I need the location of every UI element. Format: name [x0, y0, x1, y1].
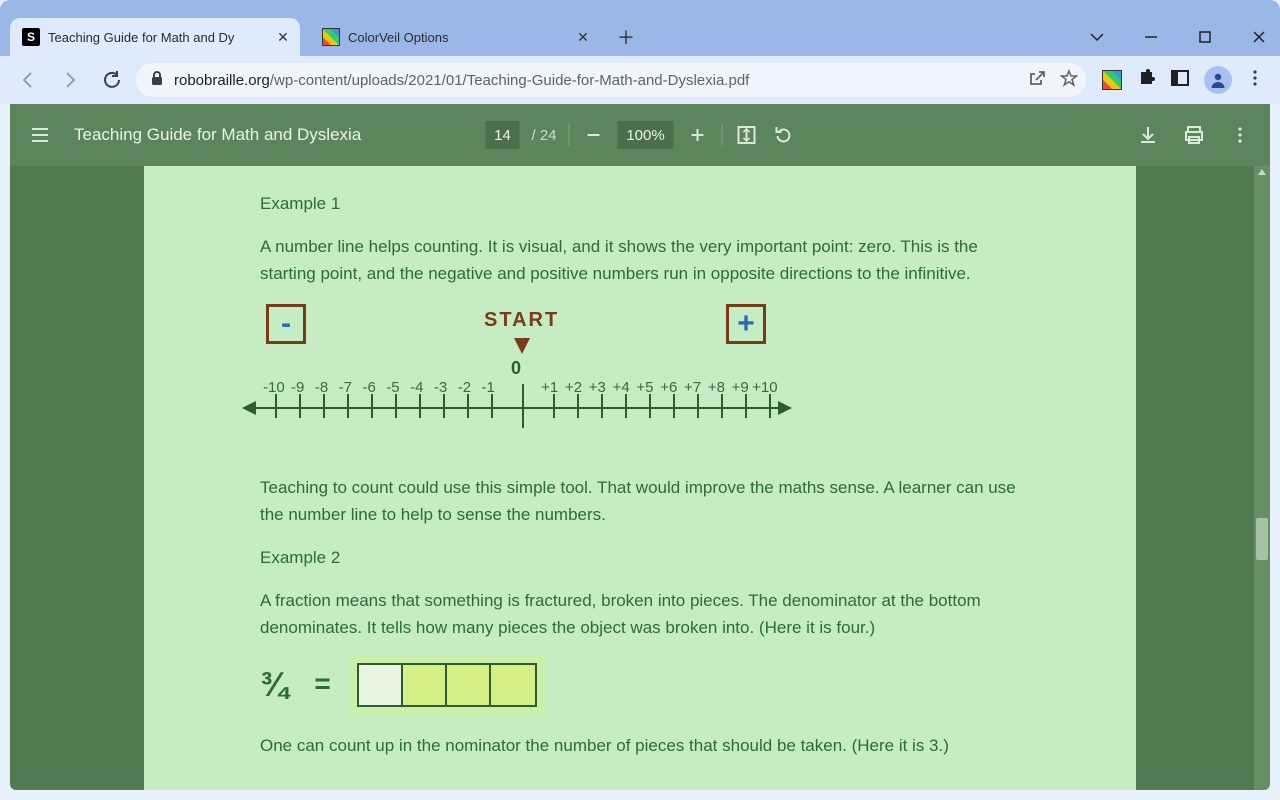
pdf-toolbar-center: / 24 — [485, 121, 794, 149]
url-host: robobraille.org — [174, 72, 270, 89]
tick-label: +7 — [681, 376, 705, 400]
address-bar: robobraille.org/wp-content/uploads/2021/… — [0, 56, 1280, 104]
divider — [722, 124, 723, 146]
tab-title: ColorVeil Options — [348, 30, 574, 45]
equals-sign: = — [314, 662, 330, 707]
tick-label: -5 — [381, 376, 405, 400]
fit-page-icon[interactable] — [735, 123, 759, 147]
example2-para1: A fraction means that something is fract… — [260, 587, 1020, 641]
fraction-cell-filled — [447, 665, 491, 705]
pdf-more-icon[interactable] — [1228, 123, 1252, 147]
new-tab-button[interactable]: ＋ — [610, 21, 642, 53]
tick-label: -4 — [405, 376, 429, 400]
start-text: START — [484, 309, 559, 331]
tick-label: +6 — [657, 376, 681, 400]
tab-close-button[interactable]: ✕ — [274, 28, 292, 46]
window-close-button[interactable] — [1244, 22, 1274, 52]
example2-para2: One can count up in the nominator the nu… — [260, 732, 1020, 759]
nav-forward-button[interactable] — [52, 62, 88, 98]
fraction-cell-filled — [491, 665, 535, 705]
print-icon[interactable] — [1182, 123, 1206, 147]
pdf-menu-icon[interactable] — [28, 123, 52, 147]
favicon-s-icon: S — [22, 28, 40, 46]
colorveil-ext-icon[interactable] — [1102, 70, 1122, 90]
fraction-boxes — [357, 663, 537, 707]
plus-box-icon: + — [726, 304, 766, 344]
tick-label: +9 — [728, 376, 752, 400]
fraction-figure: ¾ = — [260, 658, 1020, 712]
window-controls — [1082, 22, 1274, 52]
tick-label: -8 — [310, 376, 334, 400]
arrow-down-icon — [514, 338, 530, 354]
tick-label: +2 — [562, 376, 586, 400]
tick-label: -6 — [357, 376, 381, 400]
number-line-figure: - + START 0 -10 -9 -8 -7 -6 -5 -4 -3 -2 — [256, 304, 1020, 464]
divider — [569, 124, 570, 146]
omnibox[interactable]: robobraille.org/wp-content/uploads/2021/… — [136, 63, 1086, 97]
url-text: robobraille.org/wp-content/uploads/2021/… — [174, 72, 1018, 89]
example1-heading: Example 1 — [260, 190, 1020, 217]
nav-back-button[interactable] — [10, 62, 46, 98]
sidepanel-icon[interactable] — [1170, 68, 1190, 93]
document-area[interactable]: Example 1 A number line helps counting. … — [10, 166, 1270, 790]
profile-avatar[interactable] — [1204, 66, 1232, 94]
tick-label: -10 — [262, 376, 286, 400]
fraction-cell-filled — [403, 665, 447, 705]
download-icon[interactable] — [1136, 123, 1160, 147]
tabstrip: S Teaching Guide for Math and Dy ✕ Color… — [0, 14, 1280, 56]
tick-label: -1 — [476, 376, 500, 400]
url-path: /wp-content/uploads/2021/01/Teaching-Gui… — [270, 72, 749, 89]
pdf-zoom-input[interactable] — [618, 121, 674, 149]
tick-label: +4 — [609, 376, 633, 400]
extension-icons — [1092, 66, 1270, 94]
browser-tab-active[interactable]: S Teaching Guide for Math and Dy ✕ — [10, 18, 300, 56]
zoom-out-button[interactable] — [582, 123, 606, 147]
pdf-page: Example 1 A number line helps counting. … — [144, 166, 1136, 790]
vertical-scrollbar[interactable] — [1254, 166, 1270, 790]
tick-label: +8 — [705, 376, 729, 400]
share-icon[interactable] — [1028, 69, 1046, 91]
minus-box-icon: - — [266, 304, 306, 344]
tick-label: -2 — [453, 376, 477, 400]
pdf-toolbar: Teaching Guide for Math and Dyslexia / 2… — [10, 104, 1270, 166]
chrome-menu-icon[interactable] — [1246, 69, 1264, 92]
nav-reload-button[interactable] — [94, 62, 130, 98]
caret-down-icon[interactable] — [1082, 22, 1112, 52]
tick-label: -3 — [429, 376, 453, 400]
pdf-page-total: / 24 — [531, 127, 556, 144]
extensions-puzzle-icon[interactable] — [1136, 68, 1156, 93]
tick-label: -7 — [333, 376, 357, 400]
window-maximize-button[interactable] — [1190, 22, 1220, 52]
fraction-symbol: ¾ — [260, 658, 288, 712]
fraction-cell-empty — [359, 665, 403, 705]
lock-icon — [150, 70, 164, 90]
pdf-viewer: Teaching Guide for Math and Dyslexia / 2… — [10, 104, 1270, 790]
label-gap — [500, 376, 538, 400]
window-minimize-button[interactable] — [1136, 22, 1166, 52]
window-titlebar — [0, 0, 1280, 14]
axis-line — [252, 407, 782, 409]
bookmark-star-icon[interactable] — [1060, 69, 1078, 91]
example1-para2: Teaching to count could use this simple … — [260, 474, 1020, 528]
tick-label: +1 — [538, 376, 562, 400]
pdf-toolbar-right — [1136, 123, 1252, 147]
tick-label: -9 — [286, 376, 310, 400]
scrollbar-thumb[interactable] — [1256, 518, 1268, 560]
tab-title: Teaching Guide for Math and Dy — [48, 30, 274, 45]
tick-label: +10 — [752, 376, 776, 400]
rotate-icon[interactable] — [771, 123, 795, 147]
tab-close-button[interactable]: ✕ — [574, 28, 592, 46]
pdf-title: Teaching Guide for Math and Dyslexia — [74, 125, 361, 145]
tick-label: +5 — [633, 376, 657, 400]
pdf-page-input[interactable] — [485, 121, 519, 149]
example2-heading: Example 2 — [260, 544, 1020, 571]
scroll-up-arrow-icon[interactable] — [1258, 169, 1266, 175]
zoom-in-button[interactable] — [686, 123, 710, 147]
start-label: START — [484, 304, 559, 354]
browser-tab-inactive[interactable]: ColorVeil Options ✕ — [310, 18, 600, 56]
tick-label: +3 — [585, 376, 609, 400]
example1-para1: A number line helps counting. It is visu… — [260, 233, 1020, 287]
favicon-colorveil-icon — [322, 28, 340, 46]
